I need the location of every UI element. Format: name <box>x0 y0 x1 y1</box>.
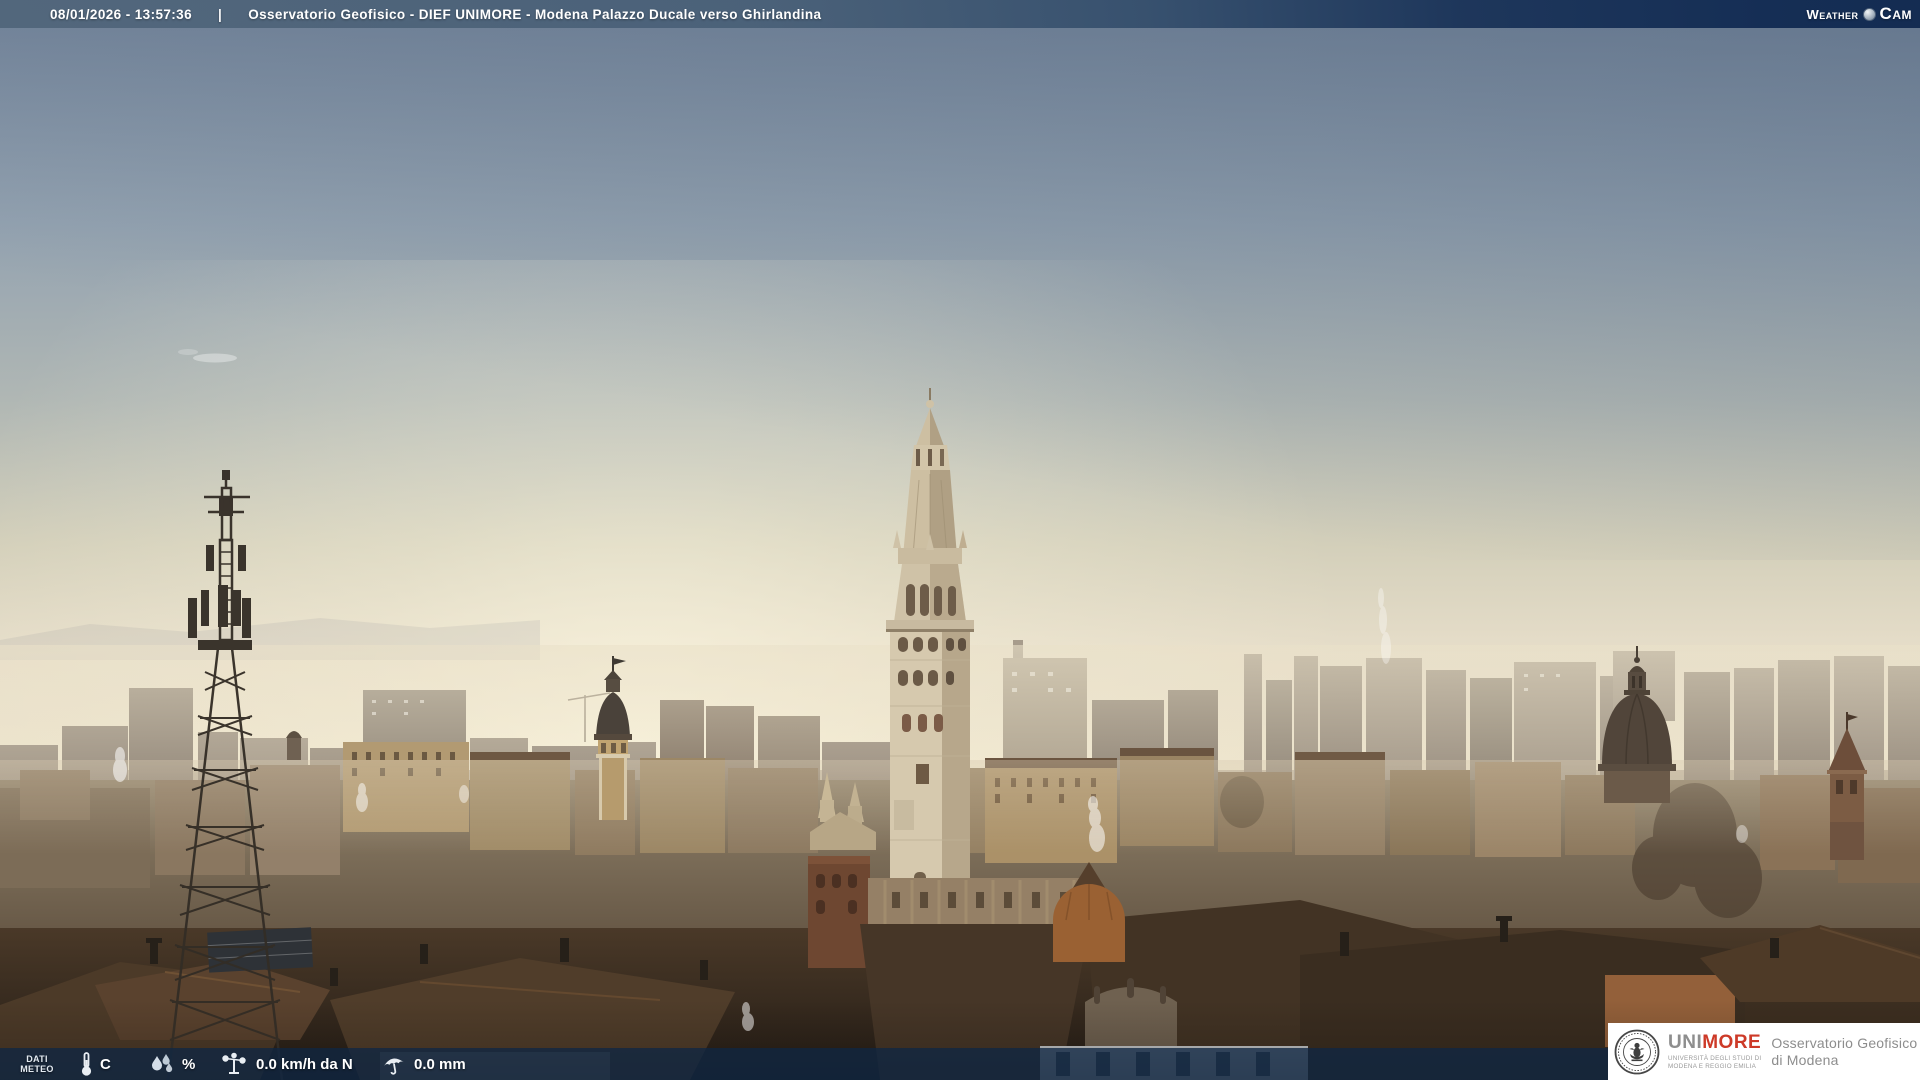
weathercam-word2: Cam <box>1879 4 1912 23</box>
observatory-line2: di Modena <box>1771 1051 1839 1068</box>
university-line2: MODENA E REGGIO EMILIA <box>1668 1062 1757 1070</box>
meteo-label-line1: DATI <box>26 1054 48 1064</box>
water-drops-icon <box>152 1054 173 1073</box>
separator: | <box>218 6 223 22</box>
meteo-label-line2: METEO <box>20 1064 54 1074</box>
thermometer-icon <box>81 1052 92 1076</box>
unimore-wordmark: UNIMORE UNIVERSITÀ DEGLI STUDI DI MODENA… <box>1668 1033 1761 1070</box>
unimore-word-red: MORE <box>1702 1032 1762 1053</box>
rain-value: 0.0 mm <box>414 1055 466 1073</box>
anemometer-icon <box>222 1052 246 1074</box>
webcam-photo <box>0 0 1920 1080</box>
webcam-page: 08/01/2026 - 13:57:36 | Osservatorio Geo… <box>0 0 1920 1080</box>
weathercam-word1: Weather <box>1806 6 1859 22</box>
unimore-logo-box: UNIMORE UNIVERSITÀ DEGLI STUDI DI MODENA… <box>1608 1023 1920 1080</box>
wind-item: 0.0 km/h da N <box>220 1048 353 1080</box>
unimore-seal-icon <box>1614 1029 1660 1074</box>
temperature-item: C <box>80 1048 111 1080</box>
observatory-name: Osservatorio Geofisico di Modena <box>1771 1035 1917 1069</box>
rain-item: 0.0 mm <box>382 1048 466 1080</box>
meteo-label: DATI METEO <box>14 1048 60 1080</box>
university-line1: UNIVERSITÀ DEGLI STUDI DI <box>1668 1055 1762 1062</box>
camera-title: Osservatorio Geofisico - DIEF UNIMORE - … <box>248 6 822 22</box>
small-cupola <box>286 731 302 760</box>
header-bar: 08/01/2026 - 13:57:36 | Osservatorio Geo… <box>0 0 1920 28</box>
temperature-unit: C <box>100 1055 111 1073</box>
timestamp: 08/01/2026 - 13:57:36 <box>50 6 193 22</box>
umbrella-icon <box>384 1058 404 1075</box>
unimore-word-gray: UNI <box>1668 1032 1703 1053</box>
humidity-unit: % <box>182 1055 196 1073</box>
weathercam-logo: Weather Cam <box>1806 4 1912 24</box>
globe-icon <box>1862 7 1876 21</box>
observatory-line1: Osservatorio Geofisico <box>1771 1034 1918 1051</box>
humidity-item: % <box>149 1048 195 1080</box>
wind-value: 0.0 km/h da N <box>256 1055 353 1073</box>
